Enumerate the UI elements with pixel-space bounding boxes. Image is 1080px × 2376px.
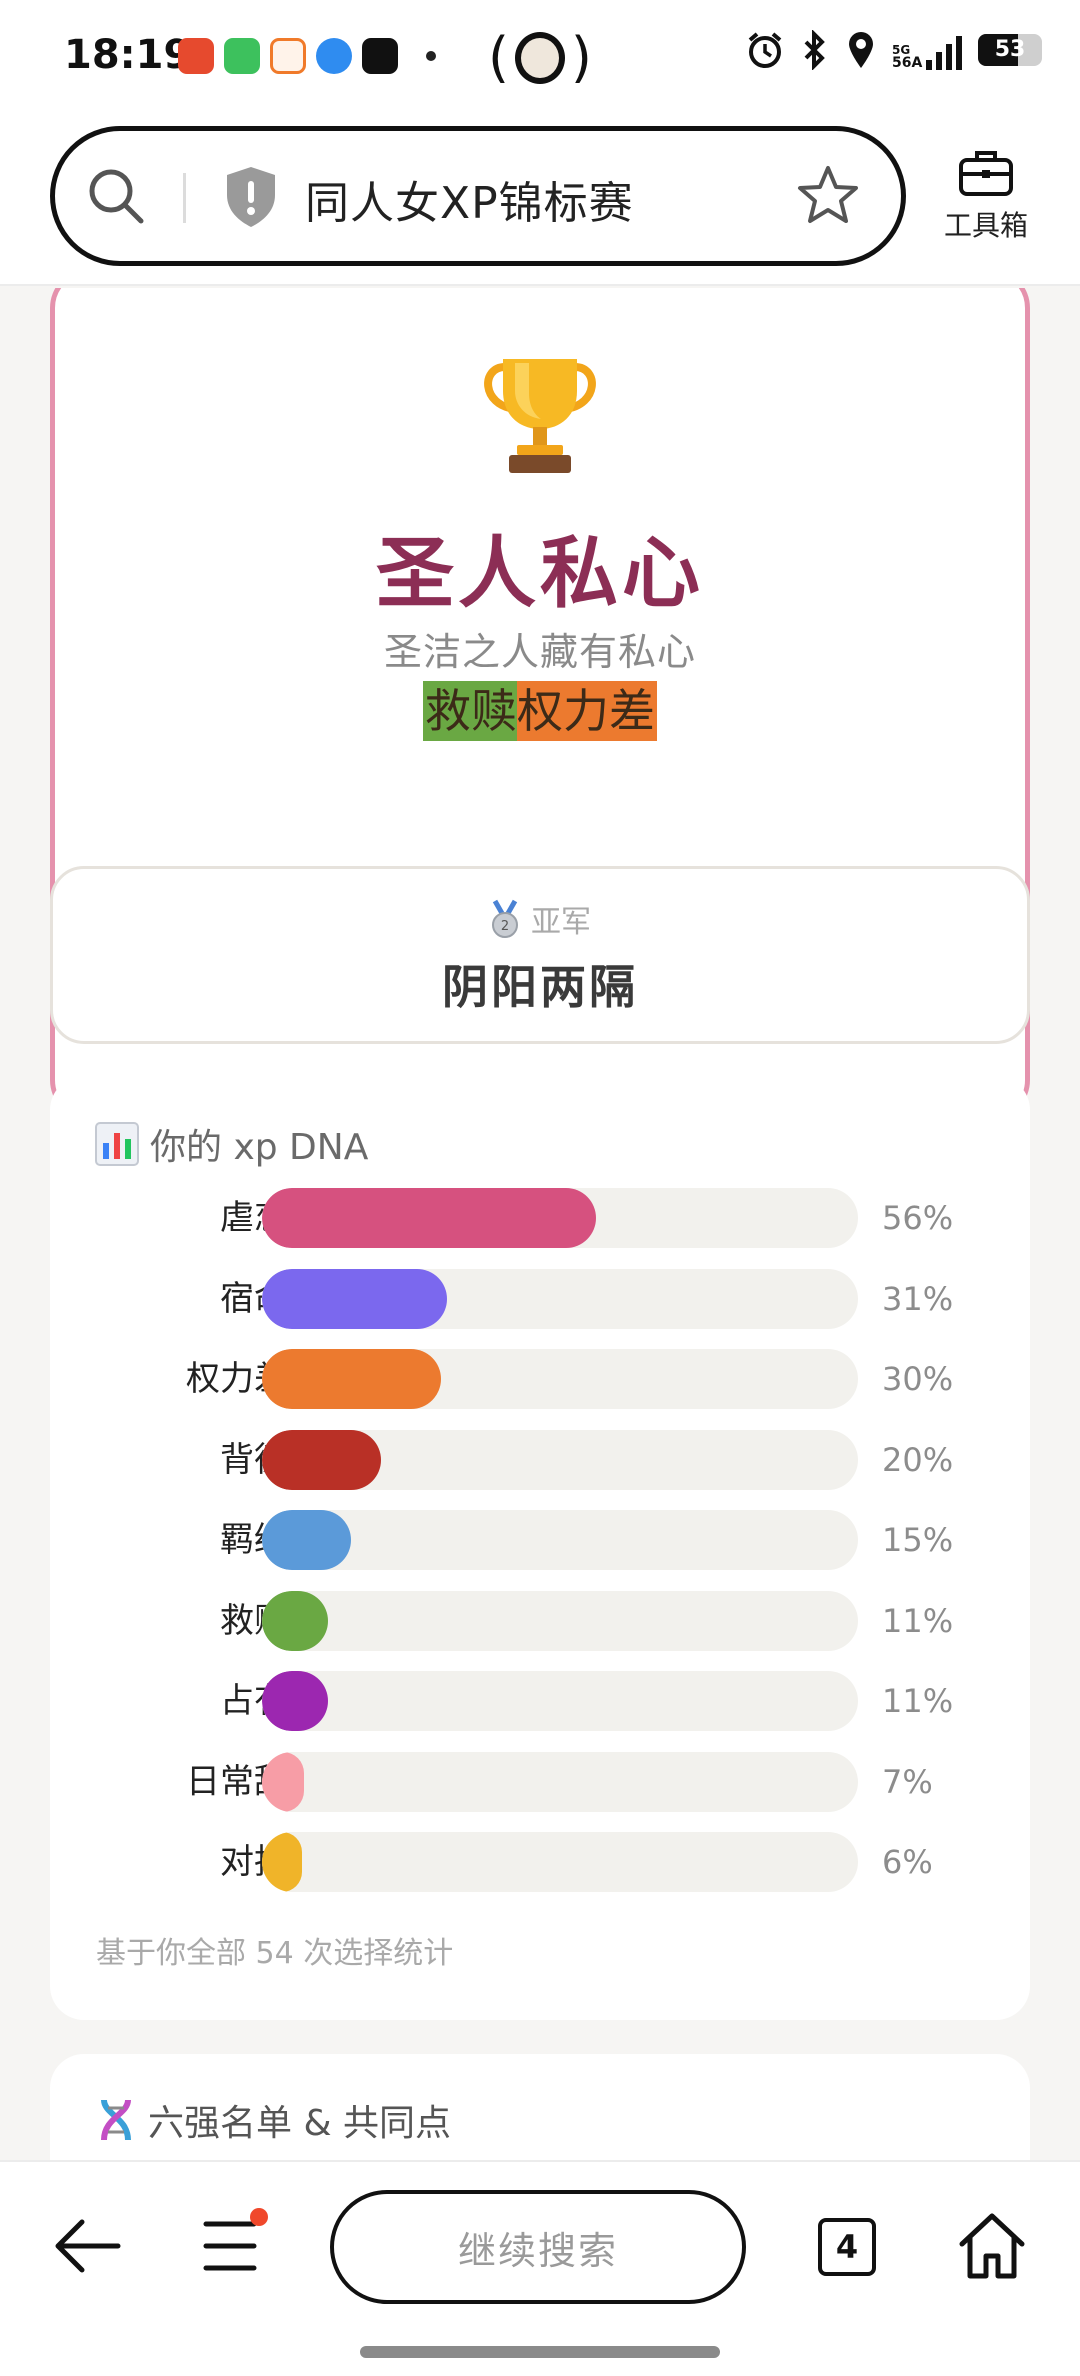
address-bar[interactable]: 同人女XP锦标赛 [50, 126, 906, 266]
dna-bar-fill [262, 1671, 328, 1731]
bluetooth-icon [804, 30, 825, 70]
address-divider [183, 173, 186, 223]
dna-percent: 31% [882, 1279, 954, 1318]
browser-toolbar: 同人女XP锦标赛 工具箱 [0, 118, 1080, 286]
dna-bar-track [262, 1510, 858, 1570]
dna-bar-fill [262, 1590, 328, 1651]
dna-row: 背德 20% [50, 1428, 1030, 1492]
battery-indicator: 53 [978, 34, 1042, 66]
svg-text:2: 2 [501, 919, 509, 934]
alarm-icon [748, 32, 782, 68]
dna-bar-fill [262, 1188, 596, 1248]
dna-bar-track [262, 1671, 858, 1731]
six-strong-card[interactable]: 六强名单 & 共同点 [50, 2054, 1030, 2160]
security-shield-icon[interactable] [223, 165, 279, 229]
didi-icon [270, 38, 306, 74]
dna-row: 日常甜 7% [50, 1750, 1030, 1814]
dna-percent: 6% [882, 1843, 933, 1881]
tiktok-icon [362, 38, 398, 74]
dna-bar-track [262, 1429, 858, 1490]
xp-dna-card: 你的 xp DNA 虐恋 56% 宿命 31% 权力差 30% 背德 20% 羁绊 15% 救赎 11… [50, 1076, 1030, 2020]
page-title[interactable]: 同人女XP锦标赛 [305, 167, 634, 231]
six-strong-heading: 六强名单 & 共同点 [94, 2094, 451, 2146]
bottom-navigation: 继续搜索 4 [0, 2160, 1080, 2376]
silver-medal-icon: 2 [492, 899, 518, 938]
dna-bar-track [262, 1751, 858, 1812]
champion-tag: 救赎 [423, 681, 517, 741]
page-content[interactable]: 圣人私心 圣洁之人藏有私心 救赎权力差 2 亚军 阴阳两隔 你的 xp DNA [0, 288, 1080, 2160]
champion-subtitle: 圣洁之人藏有私心 [383, 630, 696, 674]
dna-bar-fill [262, 1349, 441, 1409]
home-icon[interactable] [956, 2210, 1028, 2282]
champion-name: 圣人私心 [375, 529, 704, 619]
dna-heading: 你的 xp DNA [94, 1118, 368, 1170]
home-indicator[interactable] [360, 2346, 720, 2358]
runner-up-name: 阴阳两隔 [442, 960, 638, 1014]
bookmark-star-icon[interactable] [795, 163, 861, 229]
cellular-signal: 5G 56A [892, 30, 963, 70]
tab-count-button[interactable]: 4 [818, 2218, 876, 2276]
status-indicators: 5G 56A 53 [746, 30, 1042, 70]
toolbox-button[interactable]: 工具箱 [936, 148, 1036, 244]
dna-note: 基于你全部 54 次选择统计 [96, 1936, 454, 1971]
dna-percent: 30% [882, 1360, 954, 1398]
menu-icon [203, 2221, 257, 2271]
continue-search-button[interactable]: 继续搜索 [330, 2190, 746, 2304]
dna-bar-track [262, 1832, 858, 1892]
toolbox-icon [959, 151, 1013, 196]
browser-app-icon [316, 38, 352, 74]
status-time: 18:19 [64, 32, 192, 78]
menu-button[interactable] [200, 2208, 268, 2282]
dna-bar-track [262, 1188, 858, 1248]
trophy-icon [484, 359, 596, 473]
runner-up-label: 2 亚军 [53, 897, 1027, 941]
messages-icon [224, 38, 260, 74]
dna-percent: 20% [882, 1440, 954, 1479]
dna-bar-fill [262, 1429, 382, 1490]
signal-bars-icon [926, 34, 963, 70]
dna-row: 占有 11% [50, 1669, 1030, 1733]
notification-icons [178, 38, 436, 74]
location-icon [849, 32, 873, 68]
dna-row: 宿命 31% [50, 1267, 1030, 1331]
more-notifications-icon [426, 51, 436, 61]
bar-chart-icon [95, 1122, 139, 1166]
dna-row: 对抗 6% [50, 1830, 1030, 1894]
back-arrow-icon[interactable] [52, 2214, 124, 2278]
runner-up-card: 2 亚军 阴阳两隔 [50, 866, 1030, 1044]
search-icon[interactable] [83, 163, 149, 229]
dna-percent: 56% [882, 1199, 954, 1237]
dna-percent: 15% [882, 1521, 954, 1559]
dna-percent: 11% [882, 1682, 954, 1720]
dna-bar-track [262, 1268, 858, 1329]
toolbox-label: 工具箱 [943, 209, 1028, 242]
dna-bar-track [262, 1349, 858, 1409]
champion-tags: 救赎 权力差 [55, 681, 1025, 741]
app-notification-icon [178, 38, 214, 74]
dynamic-island[interactable]: () [488, 24, 592, 92]
dna-percent: 7% [882, 1762, 933, 1801]
dna-row: 羁绊 15% [50, 1508, 1030, 1572]
dna-row: 虐恋 56% [50, 1186, 1030, 1250]
dna-bar-fill [262, 1510, 352, 1570]
notification-dot [250, 2208, 268, 2226]
dna-row: 权力差 30% [50, 1347, 1030, 1411]
dna-icon [101, 2099, 131, 2141]
dna-bar-track [262, 1590, 858, 1651]
status-bar: 18:19 () 5G 56A 53 [0, 0, 1080, 118]
champion-tag: 权力差 [517, 681, 657, 741]
dna-bar-fill [262, 1268, 447, 1329]
dna-percent: 11% [882, 1601, 954, 1640]
dna-row: 救赎 11% [50, 1589, 1030, 1653]
